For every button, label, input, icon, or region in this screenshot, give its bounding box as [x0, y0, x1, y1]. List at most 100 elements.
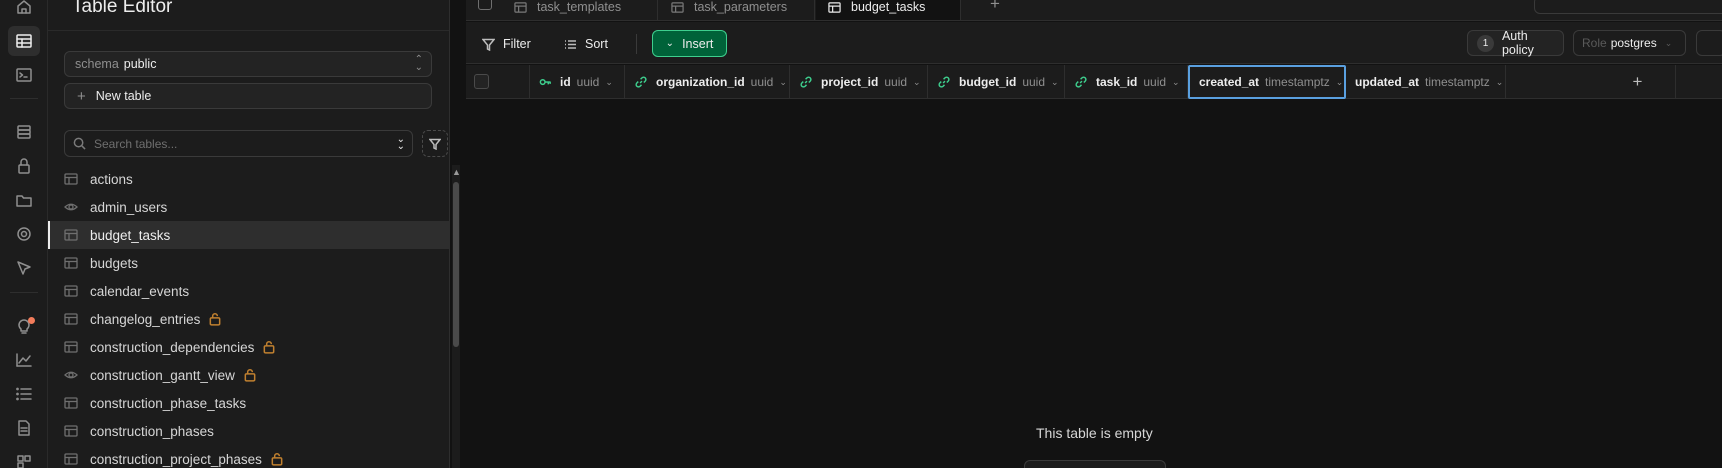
sort-button[interactable]: Sort — [564, 33, 608, 55]
table-name: construction_project_phases — [90, 451, 262, 467]
table-list-item[interactable]: construction_project_phases — [48, 445, 449, 468]
table-list-item[interactable]: budget_tasks — [48, 221, 449, 249]
chevron-down-icon[interactable]: ⌄ — [1172, 77, 1180, 88]
storage-icon[interactable] — [8, 185, 40, 215]
sidebar-toggle-icon[interactable] — [478, 0, 492, 10]
edge-functions-icon[interactable] — [8, 253, 40, 283]
schema-label: schema — [75, 57, 119, 71]
column-type: uuid — [884, 75, 908, 89]
table-list-item[interactable]: admin_users — [48, 193, 449, 221]
overflow-button[interactable] — [1696, 30, 1722, 56]
tab-label: task_templates — [537, 0, 622, 14]
api-docs-icon[interactable] — [8, 413, 40, 443]
add-column-button[interactable]: + — [1600, 65, 1676, 99]
tab-budget-tasks[interactable]: budget_tasks — [816, 0, 961, 20]
column-header-id[interactable]: id uuid ⌄ — [530, 65, 625, 99]
table-icon — [64, 173, 78, 185]
table-list-item[interactable]: construction_dependencies — [48, 333, 449, 361]
link-icon — [800, 76, 812, 88]
link-icon — [635, 76, 647, 88]
table-list-item[interactable]: construction_phases — [48, 417, 449, 445]
column-header-organization-id[interactable]: organization_id uuid ⌄ — [626, 65, 790, 99]
filter-icon — [482, 38, 495, 51]
insert-button[interactable]: ⌄ Insert — [652, 30, 727, 57]
column-header-updated-at[interactable]: updated_at timestamptz ⌄ — [1346, 65, 1506, 99]
new-tab-plus-icon[interactable]: + — [990, 0, 1000, 14]
table-icon — [64, 257, 78, 269]
scroll-thumb[interactable] — [453, 182, 459, 347]
filter-icon — [429, 138, 441, 150]
column-name: id — [560, 75, 571, 89]
table-list-item[interactable]: budgets — [48, 249, 449, 277]
table-list-item[interactable]: changelog_entries — [48, 305, 449, 333]
table-list-item[interactable]: construction_gantt_view — [48, 361, 449, 389]
schema-selector[interactable]: schema public ⌃ ⌄ — [64, 51, 432, 77]
column-type: uuid — [1143, 75, 1167, 89]
database-icon[interactable] — [8, 117, 40, 147]
table-icon — [64, 229, 78, 241]
authentication-icon[interactable] — [8, 151, 40, 181]
chevron-down-icon[interactable]: ⌄ — [1336, 77, 1344, 88]
tab-bar: task_templates task_parameters budget_ta… — [466, 0, 1722, 21]
column-header-budget-id[interactable]: budget_id uuid ⌄ — [929, 65, 1065, 99]
table-icon — [64, 397, 78, 409]
table-icon — [828, 1, 841, 13]
select-all-checkbox[interactable] — [474, 74, 489, 89]
role-value: postgres — [1610, 36, 1657, 50]
column-header-created-at[interactable]: created_at timestamptz ⌄ — [1188, 65, 1346, 99]
column-header-task-id[interactable]: task_id uuid ⌄ — [1066, 65, 1188, 99]
table-icon — [64, 453, 78, 465]
table-icon — [514, 1, 527, 13]
chevron-down-icon[interactable]: ⌄ — [779, 77, 787, 88]
column-header-project-id[interactable]: project_id uuid ⌄ — [791, 65, 928, 99]
table-list-item[interactable]: actions — [48, 165, 449, 193]
policy-count-badge: 1 — [1477, 34, 1494, 52]
filter-tables-button[interactable] — [422, 130, 448, 157]
table-icon — [64, 285, 78, 297]
chevron-down-icon[interactable]: ⌄ — [913, 77, 921, 88]
sql-editor-icon[interactable] — [8, 60, 40, 90]
table-list-item[interactable]: construction_phase_tasks — [48, 389, 449, 417]
new-table-button[interactable]: + New table — [64, 83, 432, 109]
column-type: timestamptz — [1425, 75, 1490, 89]
table-list-item[interactable]: calendar_events — [48, 277, 449, 305]
column-name: updated_at — [1355, 75, 1420, 89]
lock-icon — [209, 313, 221, 326]
top-right-control[interactable] — [1534, 0, 1722, 14]
column-name: created_at — [1199, 75, 1260, 89]
realtime-icon[interactable] — [8, 219, 40, 249]
chevron-down-icon[interactable]: ⌄ — [1496, 77, 1504, 88]
role-selector[interactable]: Role postgres ⌄ — [1573, 30, 1686, 56]
select-all-cell — [466, 65, 530, 99]
scroll-up-arrow-icon[interactable]: ▲ — [452, 167, 461, 177]
insert-label: Insert — [682, 36, 714, 51]
search-tables-field[interactable]: ⌄⌄ — [64, 130, 413, 157]
advisors-icon[interactable] — [8, 311, 40, 341]
search-icon — [73, 137, 86, 150]
filter-button[interactable]: Filter — [482, 33, 531, 55]
tab-task-templates[interactable]: task_templates — [502, 0, 658, 20]
logs-icon[interactable] — [8, 379, 40, 409]
table-icon — [64, 341, 78, 353]
table-name: construction_dependencies — [90, 339, 255, 355]
table-editor-icon[interactable] — [8, 26, 40, 56]
toolbar-divider — [636, 34, 637, 54]
table-name: budget_tasks — [90, 227, 171, 243]
sidebar-scrollbar[interactable]: ▲ — [452, 165, 461, 468]
reports-icon[interactable] — [8, 345, 40, 375]
table-name: calendar_events — [90, 283, 190, 299]
tab-task-parameters[interactable]: task_parameters — [659, 0, 815, 20]
table-name: construction_phase_tasks — [90, 395, 247, 411]
key-icon — [539, 78, 551, 85]
auth-policy-button[interactable]: 1 Auth policy — [1467, 29, 1564, 57]
search-tables-input[interactable] — [94, 136, 374, 151]
integrations-icon[interactable] — [8, 447, 40, 468]
empty-state-button[interactable] — [1024, 460, 1166, 468]
home-icon[interactable] — [8, 0, 40, 22]
chevron-down-icon[interactable]: ⌄ — [605, 77, 613, 88]
lock-icon — [263, 341, 275, 354]
tab-label: budget_tasks — [851, 0, 926, 14]
chevron-down-icon[interactable]: ⌄ — [1051, 77, 1059, 88]
table-name: budgets — [90, 255, 139, 271]
chevrons-down-icon[interactable]: ⌄ ⌄ — [397, 135, 405, 152]
